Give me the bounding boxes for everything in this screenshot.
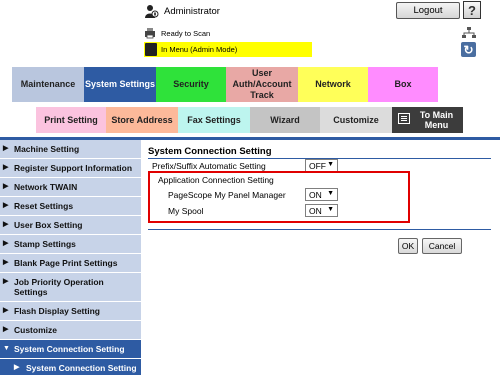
sidebar-item-network-twain[interactable]: Network TWAIN: [0, 178, 141, 197]
main-menu-icon: [398, 113, 410, 124]
sidebar-item-user-box-setting[interactable]: User Box Setting: [0, 216, 141, 235]
tab-network[interactable]: Network: [298, 67, 368, 102]
cancel-button[interactable]: Cancel: [422, 238, 462, 254]
sidebar-subitem-system-connection-setting[interactable]: System Connection Setting: [0, 359, 141, 375]
content-divider: [148, 229, 491, 230]
tab-box[interactable]: Box: [368, 67, 438, 102]
tab-wizard[interactable]: Wizard: [250, 107, 320, 133]
user-label: Administrator: [164, 5, 220, 17]
chevron-down-icon: ▼: [327, 190, 334, 197]
mode-indicator: In Menu (Admin Mode): [144, 42, 312, 57]
my-spool-label: My Spool: [168, 206, 204, 216]
chevron-down-icon: ▼: [327, 206, 334, 213]
page-title: System Connection Setting: [148, 146, 272, 157]
tab-print-setting[interactable]: Print Setting: [36, 107, 106, 133]
ok-button[interactable]: OK: [398, 238, 418, 254]
admin-mode-icon: [145, 43, 157, 56]
to-main-menu-label: To Main Menu: [419, 110, 454, 130]
tab-security[interactable]: Security: [156, 67, 226, 102]
tab-customize[interactable]: Customize: [320, 107, 392, 133]
printer-icon: [144, 27, 156, 39]
help-button[interactable]: ?: [463, 1, 481, 19]
pagescope-value: ON: [309, 189, 322, 200]
tab-system-settings[interactable]: System Settings: [84, 67, 156, 102]
sidebar-item-machine-setting[interactable]: Machine Setting: [0, 140, 141, 159]
tab-store-address[interactable]: Store Address: [106, 107, 178, 133]
network-status-icon: [462, 27, 476, 39]
sidebar-item-flash-display-setting[interactable]: Flash Display Setting: [0, 302, 141, 321]
tab-user-auth-account-track[interactable]: User Auth/Account Track: [226, 67, 298, 102]
prefix-suffix-label: Prefix/Suffix Automatic Setting: [152, 161, 266, 171]
sidebar-item-system-connection-setting[interactable]: System Connection Setting: [0, 340, 141, 359]
chevron-down-icon: ▼: [327, 161, 334, 168]
main-tabs: Maintenance System Settings Security Use…: [12, 67, 438, 102]
logout-button[interactable]: Logout: [396, 2, 460, 19]
tab-maintenance[interactable]: Maintenance: [12, 67, 84, 102]
sidebar-item-blank-page-print-settings[interactable]: Blank Page Print Settings: [0, 254, 141, 273]
tab-fax-settings[interactable]: Fax Settings: [178, 107, 250, 133]
sidebar-item-register-support-information[interactable]: Register Support Information: [0, 159, 141, 178]
mode-text: In Menu (Admin Mode): [161, 45, 238, 54]
sidebar-item-customize[interactable]: Customize: [0, 321, 141, 340]
refresh-icon[interactable]: ↻: [461, 42, 476, 57]
my-spool-select[interactable]: ON ▼: [305, 204, 338, 217]
admin-indicator: Administrator: [144, 2, 220, 20]
sidebar: Machine Setting Register Support Informa…: [0, 140, 141, 375]
sidebar-item-job-priority-operation-settings[interactable]: Job Priority Operation Settings: [0, 273, 141, 302]
sidebar-item-stamp-settings[interactable]: Stamp Settings: [0, 235, 141, 254]
pagescope-label: PageScope My Panel Manager: [168, 190, 286, 200]
prefix-suffix-value: OFF: [309, 160, 326, 171]
my-spool-value: ON: [309, 205, 322, 216]
status-row: Ready to Scan: [144, 26, 210, 40]
status-text: Ready to Scan: [161, 28, 211, 38]
user-icon: [144, 4, 159, 19]
pagescope-select[interactable]: ON ▼: [305, 188, 338, 201]
sidebar-item-reset-settings[interactable]: Reset Settings: [0, 197, 141, 216]
to-main-menu-button[interactable]: To Main Menu: [392, 107, 463, 133]
sub-tabs: Print Setting Store Address Fax Settings…: [36, 107, 463, 133]
application-connection-label: Application Connection Setting: [158, 175, 274, 185]
